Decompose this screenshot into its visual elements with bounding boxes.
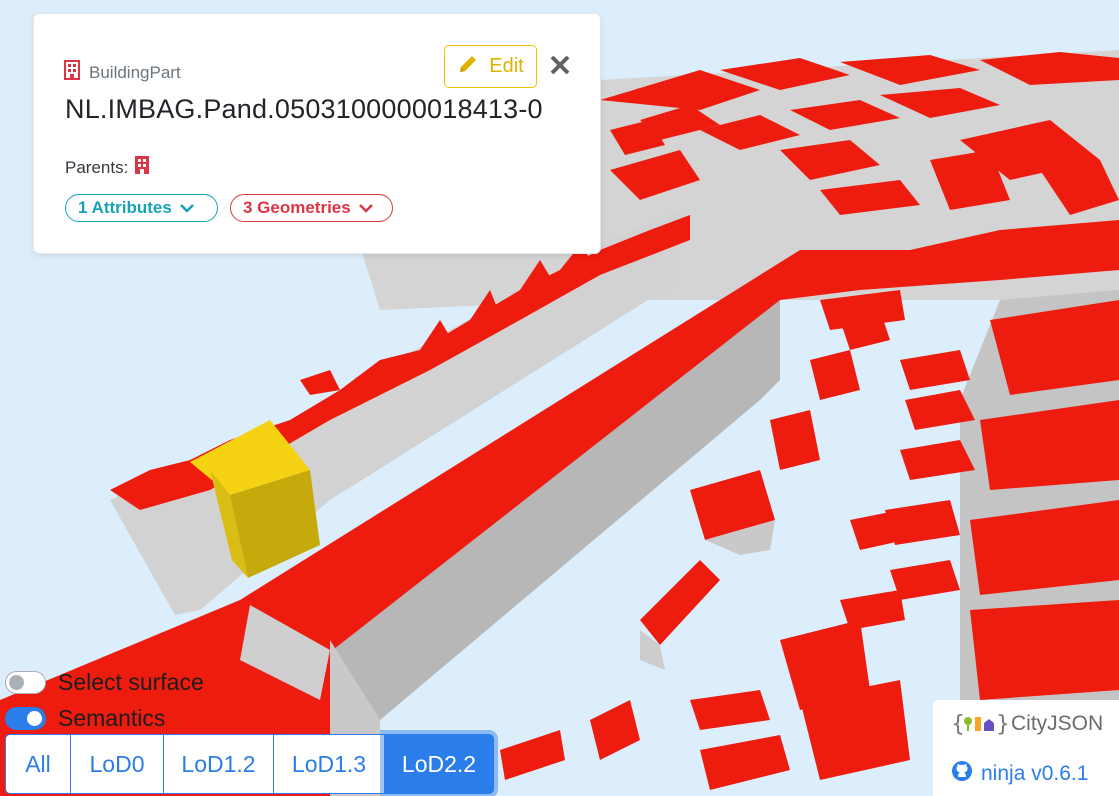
building-icon [64, 60, 80, 85]
select-surface-switch[interactable] [5, 671, 46, 694]
close-icon[interactable] [547, 52, 573, 78]
pencil-icon [457, 53, 479, 81]
lod1-3-button[interactable]: LoD1.3 [273, 734, 385, 794]
chevron-down-icon [358, 198, 373, 218]
parents-label: Parents: [65, 157, 129, 177]
chevron-down-icon [179, 198, 194, 218]
ninja-version-label: ninja v0.6.1 [981, 762, 1089, 785]
parents-row: Parents: [65, 155, 150, 180]
cityjson-logo-icon: { } [951, 712, 1007, 737]
attributes-dropdown[interactable]: 1 Attributes [65, 194, 218, 222]
cityjson-logo-text: CityJSON [1011, 712, 1104, 735]
object-type-label: BuildingPart [89, 62, 181, 82]
object-type: BuildingPart [64, 60, 181, 85]
lod-all-button[interactable]: All [5, 734, 71, 794]
geometries-dropdown[interactable]: 3 Geometries [230, 194, 393, 222]
github-icon [951, 760, 973, 788]
lod2-2-button[interactable]: LoD2.2 [384, 734, 494, 794]
semantics-toggle-row[interactable]: Semantics [5, 705, 165, 732]
svg-text:{: { [951, 712, 965, 737]
semantics-switch[interactable] [5, 707, 46, 730]
lod-button-group: All LoD0 LoD1.2 LoD1.3 LoD2.2 [5, 734, 494, 794]
parent-building-icon[interactable] [134, 155, 150, 180]
branding-panel: { } CityJSON ninja v0.6.1 [933, 700, 1119, 796]
svg-text:}: } [996, 712, 1007, 737]
lod1-2-button[interactable]: LoD1.2 [163, 734, 274, 794]
object-info-card: BuildingPart NL.IMBAG.Pand.0503100000018… [33, 13, 601, 254]
cityjson-logo: { } CityJSON [951, 710, 1103, 738]
ninja-version-link[interactable]: ninja v0.6.1 [951, 760, 1088, 788]
edit-label: Edit [489, 55, 524, 77]
attributes-label: 1 Attributes [78, 198, 172, 217]
lod0-button[interactable]: LoD0 [70, 734, 164, 794]
semantics-label: Semantics [58, 705, 166, 731]
edit-button[interactable]: Edit [444, 45, 537, 88]
object-id-title: NL.IMBAG.Pand.0503100000018413-0 [65, 94, 543, 124]
select-surface-toggle-row[interactable]: Select surface [5, 669, 204, 696]
geometries-label: 3 Geometries [243, 198, 351, 217]
select-surface-label: Select surface [58, 669, 204, 695]
